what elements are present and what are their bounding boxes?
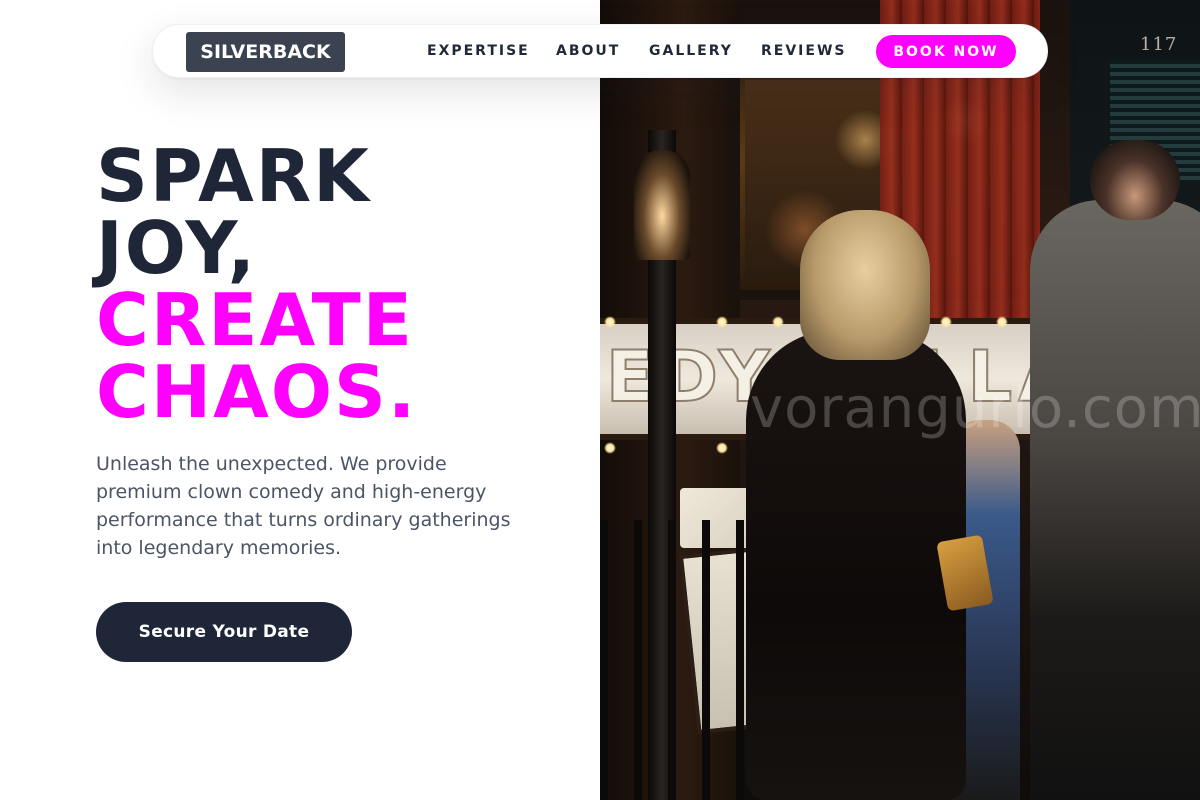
photo-person-man — [1030, 200, 1200, 800]
hero-headline: SPARK JOY, CREATE CHAOS. — [96, 140, 417, 428]
hero-description: Unleash the unexpected. We provide premi… — [96, 453, 511, 559]
nav-link-about[interactable]: ABOUT — [556, 43, 620, 59]
photo-railing — [600, 520, 760, 800]
book-now-button[interactable]: BOOK NOW — [876, 35, 1016, 68]
photo-person-woman-hair — [800, 210, 930, 360]
nav-link-gallery[interactable]: GALLERY — [649, 43, 733, 59]
nav-link-expertise[interactable]: EXPERTISE — [427, 43, 530, 59]
photo-lamp — [634, 150, 690, 260]
hero-photo: 117 EDY CELLAR vorangurlo.com — [600, 0, 1200, 800]
photo-door-number: 117 — [1140, 34, 1178, 55]
photo-watermark: vorangurlo.com — [750, 376, 1200, 441]
nav-link-reviews[interactable]: REVIEWS — [761, 43, 846, 59]
brand-logo[interactable]: SILVERBACK — [186, 32, 345, 72]
headline-line-2: JOY, — [96, 206, 257, 290]
headline-line-3: CREATE — [96, 278, 414, 362]
top-navigation: SILVERBACK EXPERTISE ABOUT GALLERY REVIE… — [152, 24, 1048, 78]
headline-line-4: CHAOS. — [96, 350, 418, 434]
secure-your-date-button[interactable]: Secure Your Date — [96, 602, 352, 662]
headline-line-1: SPARK — [96, 134, 371, 218]
photo-person-man-head — [1090, 140, 1180, 220]
